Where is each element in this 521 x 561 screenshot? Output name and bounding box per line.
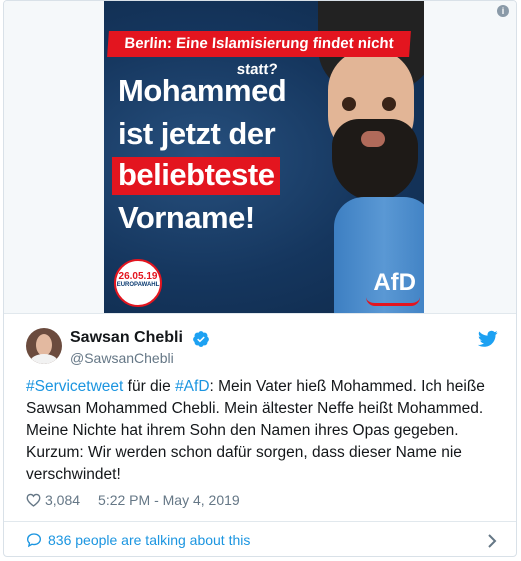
poster-child-mouth [361, 131, 385, 147]
speech-bubble-icon [26, 533, 42, 548]
tweet-card: Berlin: Eine Islamisierung findet nicht … [3, 0, 517, 557]
divider [4, 313, 516, 314]
info-icon[interactable]: i [497, 5, 509, 17]
europawahl-date: 26.05.19 [118, 271, 158, 282]
afd-logo: AfD [373, 269, 416, 296]
hashtag-servicetweet[interactable]: #Servicetweet [26, 378, 123, 395]
poster-headline-3: beliebteste [112, 157, 281, 195]
hashtag-afd[interactable]: #AfD [175, 378, 209, 395]
heart-icon[interactable] [26, 493, 41, 507]
poster-headline-1: Mohammed [118, 73, 287, 108]
talking-about-label[interactable]: 836 people are talking about this [48, 532, 250, 548]
europawahl-badge: 26.05.19 EUROPAWAHL [114, 259, 162, 307]
europawahl-label: EUROPAWAHL [116, 282, 160, 288]
like-count[interactable]: 3,084 [45, 492, 80, 508]
tweet-text: #Servicetweet für die #AfD: Mein Vater h… [26, 376, 504, 486]
avatar-face [36, 334, 52, 356]
poster-headline-2: ist jetzt der [118, 116, 276, 151]
divider [4, 521, 516, 522]
talking-about-link[interactable]: 836 people are talking about this [26, 532, 250, 548]
tweet-text-segment: für die [123, 378, 176, 395]
tweet-meta: 3,084 5:22 PM - May 4, 2019 [26, 492, 240, 508]
tweet-timestamp[interactable]: 5:22 PM - May 4, 2019 [98, 492, 240, 508]
poster-child-eye [382, 97, 396, 111]
tweet-media-area[interactable]: Berlin: Eine Islamisierung findet nicht … [4, 1, 516, 313]
poster-headline-4: Vorname! [118, 200, 255, 235]
afd-logo-arrow [366, 297, 420, 306]
author-handle[interactable]: @SawsanChebli [70, 350, 174, 366]
chevron-right-icon[interactable] [486, 534, 498, 548]
avatar[interactable] [26, 328, 62, 364]
afd-poster-image[interactable]: Berlin: Eine Islamisierung findet nicht … [104, 1, 424, 313]
verified-icon [193, 331, 209, 347]
poster-banner: Berlin: Eine Islamisierung findet nicht … [107, 31, 411, 78]
poster-child-eye [342, 97, 356, 111]
author-name[interactable]: Sawsan Chebli [70, 329, 183, 347]
twitter-bird-icon[interactable] [478, 330, 498, 348]
avatar-shoulders [30, 354, 58, 364]
